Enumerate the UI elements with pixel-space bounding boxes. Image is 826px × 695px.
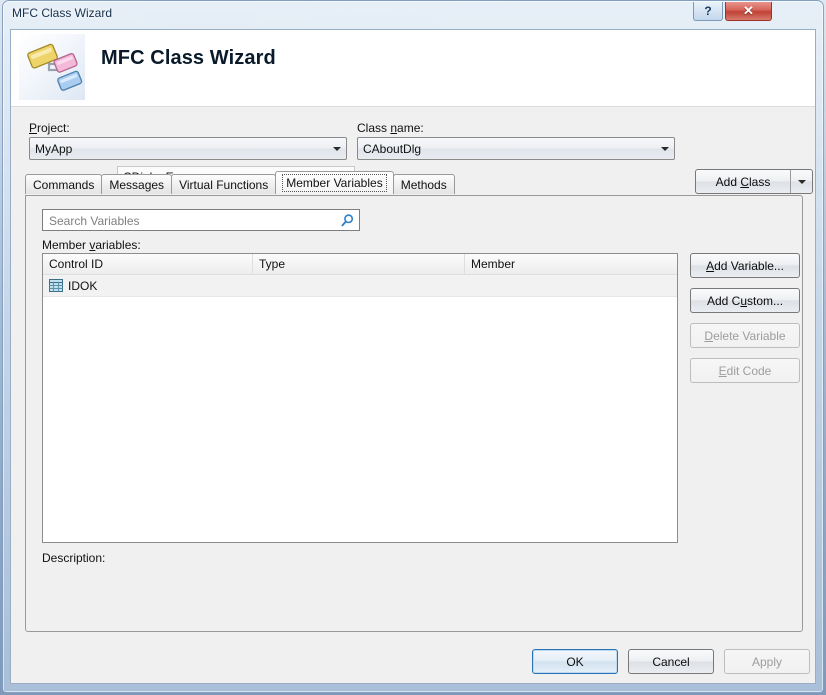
chevron-down-icon[interactable]: [328, 138, 346, 159]
ok-button[interactable]: OK: [532, 649, 618, 674]
cell-control-id: IDOK: [43, 279, 253, 293]
tab-methods[interactable]: Methods: [392, 174, 455, 194]
tab-messages-label: Messages: [109, 177, 165, 192]
add-class-split-button[interactable]: Add Class: [695, 169, 813, 194]
project-label: Project:: [29, 121, 70, 135]
member-variables-label-pre: Member: [42, 238, 90, 252]
member-variables-label-rest: ariables:: [95, 238, 141, 252]
listview-header: Control ID Type Member: [43, 254, 677, 275]
page-title: MFC Class Wizard: [101, 47, 276, 69]
title-bar[interactable]: MFC Class Wizard ? ✕: [3, 1, 823, 27]
column-header-member[interactable]: Member: [465, 254, 677, 274]
edit-code-label-rest: dit Code: [726, 363, 772, 378]
project-value: MyApp: [35, 141, 73, 156]
dialog-client-area: MFC Class Wizard Project: MyApp Class na…: [10, 29, 816, 684]
add-class-label-pre: Add: [715, 174, 741, 189]
class-name-label-pre: Class: [357, 121, 391, 135]
add-custom-label-rest: stom...: [747, 293, 784, 308]
tab-virtual-functions[interactable]: Virtual Functions: [171, 174, 277, 194]
close-button[interactable]: ✕: [725, 2, 772, 21]
add-class-dropdown-arrow-icon[interactable]: [790, 170, 812, 193]
table-row[interactable]: IDOK: [43, 275, 677, 297]
class-name-label-rest: ame:: [397, 121, 424, 135]
dialog-footer: OK Cancel Apply: [11, 633, 815, 683]
window-title: MFC Class Wizard: [12, 6, 113, 20]
delete-variable-label-rest: elete Variable: [713, 328, 786, 343]
close-icon: ✕: [743, 3, 754, 18]
mfc-class-diagram-icon: [19, 34, 85, 100]
description-label: Description:: [42, 551, 106, 565]
class-name-label: Class name:: [357, 121, 424, 135]
chevron-down-icon[interactable]: [656, 138, 674, 159]
search-variables-input[interactable]: Search Variables: [42, 209, 360, 231]
tab-virtual-functions-label: Virtual Functions: [179, 177, 269, 192]
add-variable-label-rest: dd Variable...: [714, 258, 784, 273]
tab-commands-label: Commands: [33, 177, 95, 192]
tab-strip: Commands Messages Virtual Functions Memb…: [25, 171, 455, 194]
search-icon[interactable]: [340, 213, 355, 228]
cancel-button[interactable]: Cancel: [628, 649, 714, 674]
tab-member-variables-label: Member Variables: [282, 174, 387, 192]
tab-commands[interactable]: Commands: [25, 174, 103, 194]
question-mark-icon: ?: [704, 4, 712, 18]
delete-variable-button[interactable]: Delete Variable: [690, 323, 800, 348]
tab-methods-label: Methods: [400, 177, 447, 192]
column-header-type[interactable]: Type: [253, 254, 465, 274]
mfc-class-wizard-window: MFC Class Wizard ? ✕ MFC Class Wizard Pr…: [0, 0, 826, 695]
add-class-label-rest: lass: [749, 174, 771, 189]
add-custom-label-pre: Add C: [706, 293, 741, 308]
column-header-control-id[interactable]: Control ID: [43, 254, 253, 274]
tab-member-variables[interactable]: Member Variables: [275, 171, 394, 194]
project-combobox[interactable]: MyApp: [29, 137, 347, 160]
add-class-button[interactable]: Add Class: [696, 170, 790, 193]
add-variable-button[interactable]: Add Variable...: [690, 253, 800, 278]
member-variables-panel: Search Variables Member variables: Contr…: [25, 195, 803, 632]
header-banner: MFC Class Wizard: [11, 30, 815, 107]
member-variables-label: Member variables:: [42, 238, 141, 252]
class-name-value: CAboutDlg: [363, 141, 422, 156]
help-button[interactable]: ?: [693, 2, 723, 21]
apply-button[interactable]: Apply: [724, 649, 810, 674]
row-control-id-text: IDOK: [68, 278, 98, 293]
control-grid-icon: [49, 279, 63, 292]
edit-code-button[interactable]: Edit Code: [690, 358, 800, 383]
project-label-rest: roject:: [37, 121, 70, 135]
member-variables-listview[interactable]: Control ID Type Member IDOK: [42, 253, 678, 543]
description-text: [42, 569, 788, 619]
tab-messages[interactable]: Messages: [101, 174, 173, 194]
add-custom-button[interactable]: Add Cu stom...: [690, 288, 800, 313]
search-input-placeholder: Search Variables: [49, 214, 140, 228]
class-name-combobox[interactable]: CAboutDlg: [357, 137, 675, 160]
